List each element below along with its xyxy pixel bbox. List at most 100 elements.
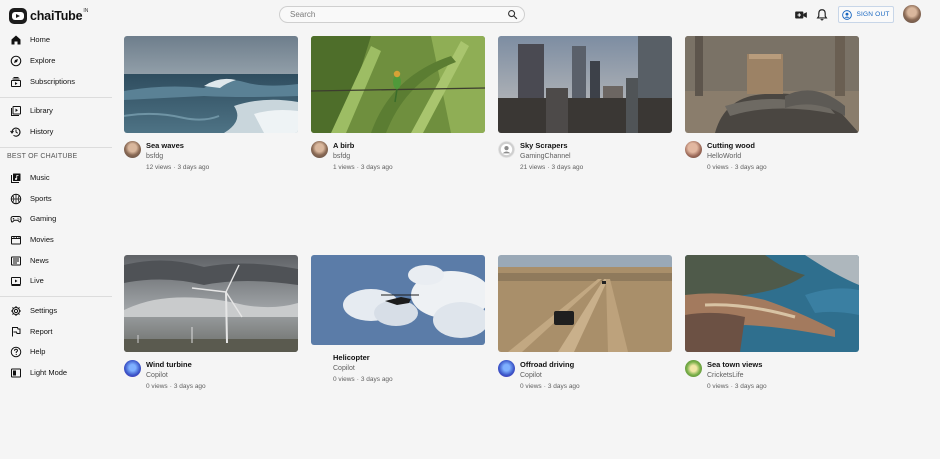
sidebar-item-news[interactable]: News [0, 251, 112, 271]
video-card[interactable]: Sea town views CricketsLife 0 views · 3 da… [685, 255, 859, 405]
channel-name[interactable]: bsfdg [146, 153, 163, 160]
default-avatar-icon [498, 141, 515, 158]
video-title[interactable]: Helicopter [333, 353, 370, 362]
sidebar-item-history[interactable]: History [0, 122, 112, 142]
channel-avatar[interactable] [311, 141, 328, 158]
video-thumbnail[interactable] [311, 255, 485, 345]
logo[interactable]: chaiTube IN [9, 7, 88, 25]
channel-avatar[interactable] [311, 353, 328, 370]
video-meta: 12 views · 3 days ago [146, 164, 210, 171]
channel-name[interactable]: Copilot [520, 372, 542, 379]
upload-age: 3 days ago [547, 383, 580, 390]
video-title[interactable]: Sea town views [707, 360, 762, 369]
sidebar-item-label: News [30, 256, 49, 265]
channel-name[interactable]: Copilot [333, 365, 355, 372]
video-meta: 0 views · 3 days ago [707, 383, 767, 390]
video-thumbnail[interactable] [498, 36, 672, 133]
upload-age: 3 days ago [173, 383, 206, 390]
video-meta: 0 views · 3 days ago [707, 164, 767, 171]
video-title[interactable]: Sky Scrapers [520, 141, 568, 150]
sports-icon [10, 193, 22, 205]
video-title[interactable]: A birb [333, 141, 354, 150]
explore-icon [10, 55, 22, 67]
video-card[interactable]: Helicopter Copilot 0 views · 3 days ago [311, 255, 485, 405]
search-input[interactable] [290, 7, 500, 22]
upload-age: 3 days ago [734, 383, 767, 390]
user-avatar[interactable] [903, 5, 921, 23]
view-count: 0 views [520, 383, 542, 390]
video-title[interactable]: Offroad driving [520, 360, 574, 369]
sidebar-item-label: Settings [30, 306, 58, 315]
view-count: 12 views [146, 164, 172, 171]
sidebar-item-sports[interactable]: Sports [0, 189, 112, 209]
sidebar-item-settings[interactable]: Settings [0, 301, 112, 321]
video-thumbnail[interactable] [124, 36, 298, 133]
video-card[interactable]: Cutting wood HelloWorld 0 views · 3 days a… [685, 36, 859, 186]
logo-region: IN [83, 8, 89, 14]
logo-text: chaiTube [30, 9, 83, 23]
channel-avatar[interactable] [685, 360, 702, 377]
upload-age: 3 days ago [551, 164, 584, 171]
sign-out-label: SIGN OUT [856, 11, 890, 18]
channel-avatar[interactable] [685, 141, 702, 158]
video-title[interactable]: Sea waves [146, 141, 184, 150]
sidebar-item-label: Subscriptions [30, 77, 76, 86]
sidebar-item-label: Light Mode [30, 368, 68, 377]
sidebar-item-library[interactable]: Library [0, 101, 112, 121]
video-meta: 21 views · 3 days ago [520, 164, 584, 171]
sidebar-item-subscriptions[interactable]: Subscriptions [0, 72, 112, 92]
light-mode-icon [11, 368, 21, 378]
sidebar-item-gaming[interactable]: Gaming [0, 209, 112, 229]
notifications-icon[interactable] [815, 8, 829, 22]
video-title[interactable]: Cutting wood [707, 141, 755, 150]
video-title[interactable]: Wind turbine [146, 360, 192, 369]
channel-name[interactable]: GamingChannel [520, 153, 571, 160]
view-count: 0 views [333, 376, 355, 383]
video-card[interactable]: Offroad driving Copilot 0 views · 3 days a… [498, 255, 672, 405]
search-icon[interactable] [507, 9, 518, 20]
sidebar-item-movies[interactable]: Movies [0, 230, 112, 250]
sidebar-item-explore[interactable]: Explore [0, 51, 112, 71]
sidebar-item-home[interactable]: Home [0, 30, 112, 50]
channel-name[interactable]: HelloWorld [707, 153, 741, 160]
video-thumbnail[interactable] [685, 36, 859, 133]
home-icon [11, 35, 21, 45]
channel-name[interactable]: Copilot [146, 372, 168, 379]
sidebar-item-label: Explore [30, 56, 56, 65]
upload-age: 3 days ago [360, 164, 393, 171]
channel-avatar[interactable] [124, 141, 141, 158]
sidebar-item-label: Help [30, 347, 46, 356]
sign-out-button[interactable]: SIGN OUT [838, 6, 894, 23]
video-card[interactable]: Sky Scrapers GamingChannel 21 views · 3 da… [498, 36, 672, 186]
sidebar-item-label: History [30, 127, 54, 136]
flag-icon [12, 327, 21, 337]
sidebar-item-help[interactable]: Help [0, 342, 112, 362]
channel-name[interactable]: CricketsLife [707, 372, 744, 379]
sidebar-section-title: BEST OF CHAITUBE [7, 153, 78, 160]
logo-icon [9, 8, 27, 24]
settings-icon [11, 306, 21, 316]
video-card[interactable]: Sea waves bsfdg 12 views · 3 days ago [124, 36, 298, 186]
sidebar-divider [0, 296, 112, 297]
video-meta: 0 views · 3 days ago [520, 383, 580, 390]
sidebar-item-live[interactable]: Live [0, 271, 112, 291]
video-card[interactable]: Wind turbine Copilot 0 views · 3 days ago [124, 255, 298, 405]
help-icon [10, 346, 22, 358]
channel-avatar[interactable] [124, 360, 141, 377]
video-thumbnail[interactable] [124, 255, 298, 352]
view-count: 1 views [333, 164, 355, 171]
sidebar-item-label: Gaming [30, 214, 57, 223]
channel-avatar[interactable] [498, 360, 515, 377]
create-video-icon[interactable] [794, 8, 808, 22]
video-thumbnail[interactable] [498, 255, 672, 352]
sidebar-item-music[interactable]: Music [0, 168, 112, 188]
sidebar-item-light-mode[interactable]: Light Mode [0, 363, 112, 383]
video-thumbnail[interactable] [685, 255, 859, 352]
video-card[interactable]: A birb bsfdg 1 views · 3 days ago [311, 36, 485, 186]
view-count: 0 views [146, 383, 168, 390]
sidebar-item-report[interactable]: Report [0, 322, 112, 342]
video-thumbnail[interactable] [311, 36, 485, 133]
channel-name[interactable]: bsfdg [333, 153, 350, 160]
channel-avatar[interactable] [498, 141, 515, 158]
view-count: 0 views [707, 164, 729, 171]
